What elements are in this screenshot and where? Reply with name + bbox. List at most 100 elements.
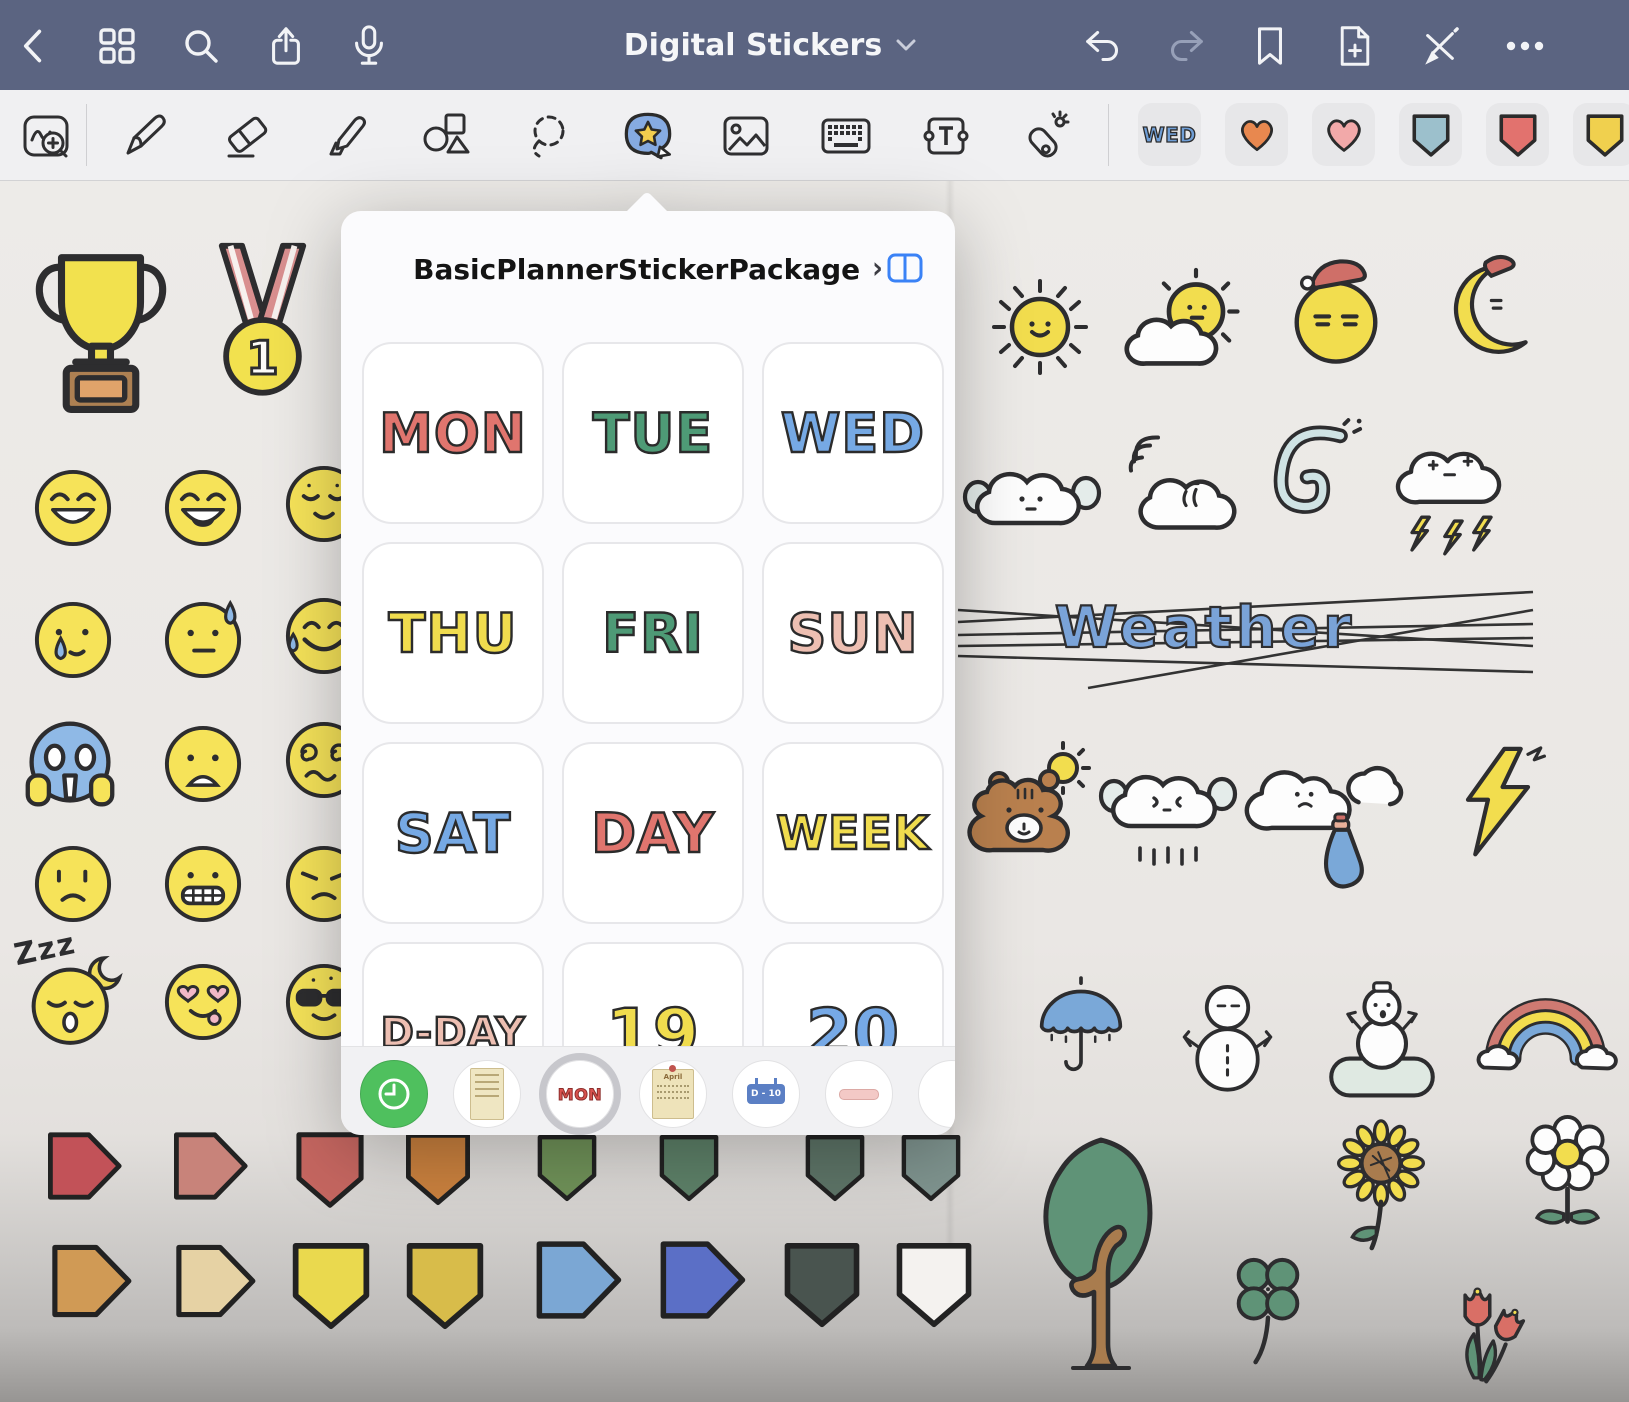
sticker-tile-tue[interactable]: TUE [562,342,744,524]
wind-swirl-sticker [1258,415,1366,545]
sticker-tile-sat[interactable]: SAT [362,742,544,924]
document-title-dropdown[interactable]: Digital Stickers [560,0,980,90]
emoji-sad-sticker [29,840,117,928]
back-button[interactable] [10,23,56,69]
pennant-icon [1497,112,1539,158]
add-page-button[interactable] [1332,23,1378,69]
sticker-tile-fri[interactable]: FRI [562,542,744,724]
heart-icon [1236,115,1278,155]
sticker-package-popover: BasicPlannerStickerPackage › MON TUE WED… [341,211,955,1135]
tile-label: SAT [395,802,511,865]
category-checklist[interactable] [453,1060,521,1128]
emoji-frown-sticker [159,720,247,808]
sticker-tile-sun[interactable]: SUN [762,542,944,724]
sun-behind-cloud-sticker [1115,265,1250,385]
microphone-button[interactable] [346,23,392,69]
eraser-tool[interactable] [219,108,275,164]
favorite-sticker-red-pennant[interactable] [1486,103,1549,166]
favorite-sticker-wed[interactable]: WED [1138,103,1201,166]
split-view-icon [887,253,923,283]
cloud-face-sticker [962,438,1102,540]
sticker-tile-wed[interactable]: WED [762,342,944,524]
tile-label: MON [379,402,527,465]
tile-label: FRI [602,602,704,665]
sticker-tile-mon[interactable]: MON [362,342,544,524]
laser-pointer-tool[interactable] [1016,108,1072,164]
rain-cloud-sticker [1098,740,1238,875]
keyboard-icon [820,116,872,156]
sticker-elements-tool[interactable] [620,108,676,164]
search-icon [182,27,220,65]
emoji-grin-sticker [29,464,117,552]
pen-tool[interactable] [117,108,173,164]
pennant-down [402,1128,474,1210]
lasso-tool[interactable] [520,108,576,164]
undo-button[interactable] [1080,23,1126,69]
more-button[interactable] [1502,23,1548,69]
chevron-right-icon: › [872,252,883,287]
emoji-tear-sticker [29,596,117,684]
pennant-side [48,1240,134,1322]
text-box-icon [921,113,971,159]
laser-pointer-icon [1018,110,1070,162]
thumbnails-button[interactable] [94,23,140,69]
heart-icon [1322,114,1366,156]
category-clipped[interactable] [918,1060,955,1128]
stylus-toggle-button[interactable] [1417,23,1463,69]
app-window: Digital Stickers [0,0,1629,1402]
add-page-icon [1337,25,1373,67]
tile-label: WEEK [776,806,929,860]
share-icon [268,25,304,67]
image-icon [721,114,771,158]
pennant-side [170,1128,250,1204]
favorite-sticker-orange-heart[interactable] [1225,103,1288,166]
keyboard-tool[interactable] [818,108,874,164]
pink-line-thumb [839,1089,879,1100]
text-tool[interactable] [918,108,974,164]
clock-icon [375,1075,413,1113]
tulip-sticker [1444,1272,1532,1394]
favorite-sticker-blue-pennant[interactable] [1399,103,1462,166]
chevron-down-icon [896,38,916,52]
pennant-side [44,1128,124,1204]
redo-button[interactable] [1163,23,1209,69]
pennant-side [532,1238,624,1322]
category-recent[interactable] [360,1060,428,1128]
highlighter-tool[interactable] [319,108,375,164]
sticker-tile-week[interactable]: WEEK [762,742,944,924]
share-button[interactable] [263,23,309,69]
tile-label: TUE [593,402,714,465]
thunder-cloud-sticker [1385,418,1520,573]
package-selector[interactable]: BasicPlannerStickerPackage › [341,211,955,327]
pennant-down [898,1128,964,1208]
favorite-sticker-yellow-pennant[interactable] [1573,103,1629,166]
emoji-sweat-sticker [159,596,247,684]
category-dday[interactable]: D - 10 [732,1060,800,1128]
microphone-icon [352,24,386,68]
favorite-sticker-pink-heart[interactable] [1312,103,1375,166]
lasso-icon [523,111,573,161]
sticker-tile-thu[interactable]: THU [362,542,544,724]
pennant-down [780,1236,864,1334]
image-tool[interactable] [718,108,774,164]
category-days-selected[interactable]: MON [546,1060,614,1128]
shapes-tool[interactable] [419,108,475,164]
pennant-side [172,1240,258,1322]
zoom-writing-tool[interactable] [18,108,74,164]
emoji-laugh-sticker [159,464,247,552]
bookmark-button[interactable] [1247,23,1293,69]
split-view-button[interactable] [887,253,923,283]
pennant-down [892,1236,976,1334]
tile-label: THU [389,602,518,665]
redo-icon [1166,28,1206,64]
sticker-tile-day[interactable]: DAY [562,742,744,924]
search-button[interactable] [178,23,224,69]
tree-sticker [1030,1132,1172,1372]
category-highlight[interactable] [825,1060,893,1128]
wind-cloud-sticker [1112,430,1242,545]
wed-sticker-text: WED [1143,123,1197,147]
checklist-thumb [470,1068,504,1120]
category-calendar[interactable]: April [639,1060,707,1128]
shapes-icon [421,111,473,161]
sunflower-sticker [1330,1108,1432,1283]
